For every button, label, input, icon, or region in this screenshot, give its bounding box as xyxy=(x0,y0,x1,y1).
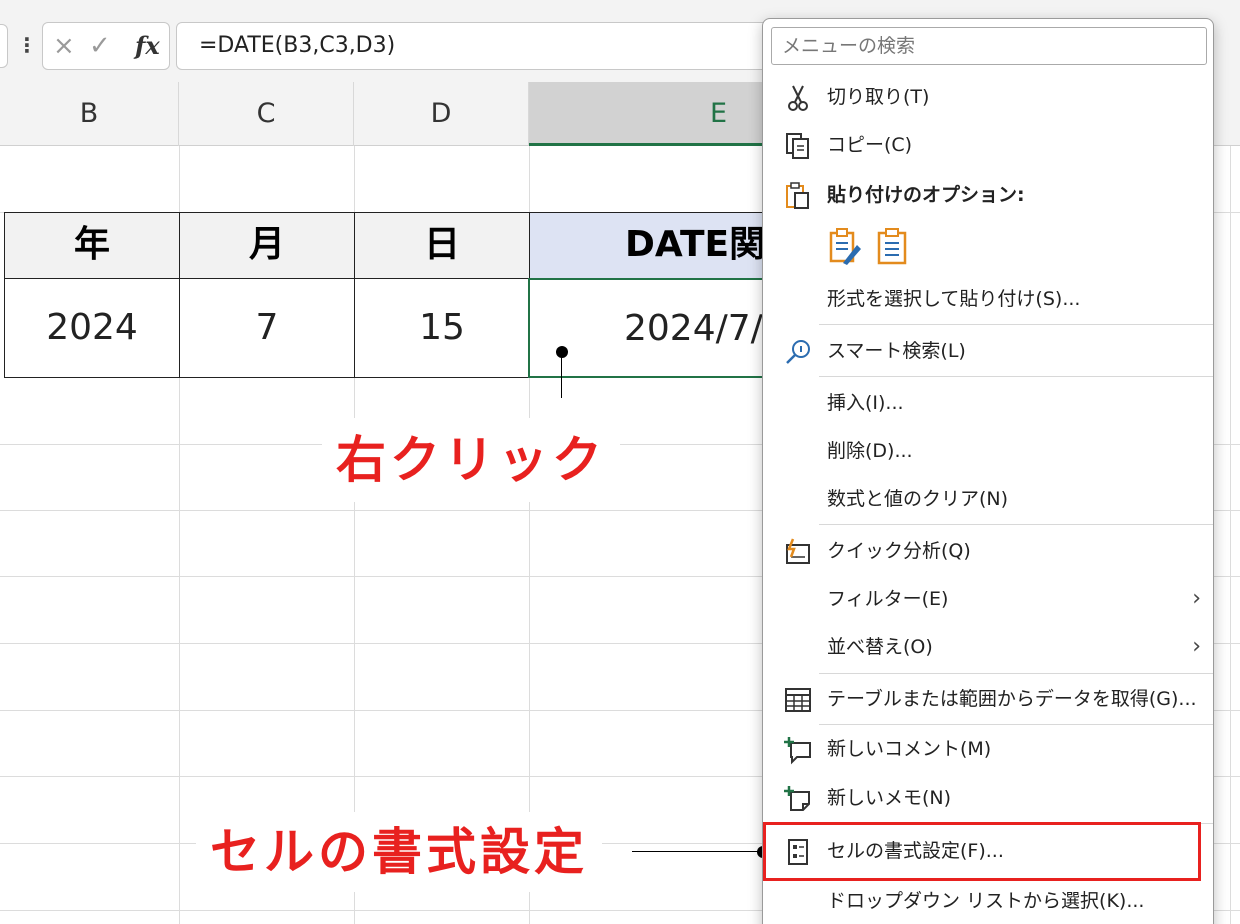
menu-item-dropdown-list[interactable]: ドロップダウン リストから選択(K)... xyxy=(763,879,1213,923)
copy-icon xyxy=(786,133,809,159)
menu-label-new-comment: 新しいコメント(M) xyxy=(827,738,992,760)
format-cells-highlight xyxy=(763,822,1201,881)
callout-dot xyxy=(556,346,568,358)
menu-item-clear-contents[interactable]: 数式と値のクリア(N) xyxy=(763,477,1213,521)
scissors-icon xyxy=(788,85,808,111)
formula-input[interactable]: =DATE(B3,C3,D3) xyxy=(176,22,796,70)
cell-year-value[interactable]: 2024 xyxy=(4,278,180,378)
menu-label-filter: フィルター(E) xyxy=(827,588,949,610)
chevron-right-icon: › xyxy=(1192,586,1201,611)
menu-label-insert: 挿入(I)... xyxy=(827,392,904,414)
confirm-icon[interactable]: ✓ xyxy=(89,31,111,61)
quick-analysis-icon xyxy=(786,538,810,564)
menu-label-smart-lookup: スマート検索(L) xyxy=(827,340,966,362)
menu-label-copy: コピー(C) xyxy=(827,134,913,156)
menu-item-get-data[interactable]: テーブルまたは範囲からデータを取得(G)... xyxy=(763,677,1213,721)
context-menu: メニューの検索 切り取り(T) コピー(C) 貼り付けのオプション: 形式を選択… xyxy=(762,18,1214,924)
name-box-edge[interactable] xyxy=(0,24,8,68)
callout-line-format xyxy=(632,851,762,852)
menu-label-dropdown-list: ドロップダウン リストから選択(K)... xyxy=(827,890,1145,912)
menu-label-clear-contents: 数式と値のクリア(N) xyxy=(827,488,1009,510)
cell-day-value[interactable]: 15 xyxy=(354,278,530,378)
menu-item-filter[interactable]: フィルター(E) › xyxy=(763,577,1213,621)
new-note-icon xyxy=(784,786,810,811)
annotation-format-cells: セルの書式設定 xyxy=(196,812,602,892)
paste-formatting-icon[interactable] xyxy=(827,227,863,267)
callout-line xyxy=(561,352,562,398)
column-header-c[interactable]: C xyxy=(179,82,354,146)
menu-item-paste-options: 貼り付けのオプション: xyxy=(763,173,1213,217)
menu-item-insert[interactable]: 挿入(I)... xyxy=(763,381,1213,425)
table-header-year[interactable]: 年 xyxy=(4,212,180,279)
formula-buttons: × ✓ fx xyxy=(42,22,170,70)
table-header-month[interactable]: 月 xyxy=(179,212,355,279)
menu-item-delete[interactable]: 削除(D)... xyxy=(763,429,1213,473)
menu-label-delete: 削除(D)... xyxy=(827,440,913,462)
column-header-b[interactable]: B xyxy=(0,82,179,146)
menu-item-new-comment[interactable]: 新しいコメント(M) xyxy=(763,727,1213,771)
menu-item-copy[interactable]: コピー(C) xyxy=(763,123,1213,167)
menu-item-smart-lookup[interactable]: スマート検索(L) xyxy=(763,329,1213,373)
column-header-d[interactable]: D xyxy=(354,82,529,146)
menu-label-quick-analysis: クイック分析(Q) xyxy=(827,540,971,562)
chevron-right-icon: › xyxy=(1192,634,1201,659)
smart-lookup-icon xyxy=(786,340,810,364)
cancel-icon[interactable]: × xyxy=(53,31,75,61)
menu-label-new-note: 新しいメモ(N) xyxy=(827,787,952,809)
menu-item-cut[interactable]: 切り取り(T) xyxy=(763,75,1213,119)
clipboard-icon xyxy=(786,182,809,209)
menu-label-paste-special: 形式を選択して貼り付け(S)... xyxy=(827,288,1081,310)
menu-item-quick-analysis[interactable]: クイック分析(Q) xyxy=(763,529,1213,573)
menu-label-paste-options: 貼り付けのオプション: xyxy=(827,184,1025,206)
menu-label-cut: 切り取り(T) xyxy=(827,86,930,108)
annotation-right-click: 右クリック xyxy=(322,418,620,502)
menu-label-get-data: テーブルまたは範囲からデータを取得(G)... xyxy=(827,688,1197,710)
table-icon xyxy=(785,688,811,712)
paste-option-buttons xyxy=(827,225,927,273)
menu-item-sort[interactable]: 並べ替え(O) › xyxy=(763,625,1213,669)
table-header-day[interactable]: 日 xyxy=(354,212,530,279)
menu-item-paste-special[interactable]: 形式を選択して貼り付け(S)... xyxy=(763,277,1213,321)
new-comment-icon xyxy=(784,737,811,765)
more-options-icon[interactable]: ⋮ xyxy=(17,30,37,60)
insert-function-icon[interactable]: fx xyxy=(135,31,160,61)
menu-search-input[interactable]: メニューの検索 xyxy=(771,27,1207,65)
menu-label-sort: 並べ替え(O) xyxy=(827,636,933,658)
paste-values-icon[interactable] xyxy=(875,227,911,267)
menu-item-new-note[interactable]: 新しいメモ(N) xyxy=(763,776,1213,820)
cell-month-value[interactable]: 7 xyxy=(179,278,355,378)
